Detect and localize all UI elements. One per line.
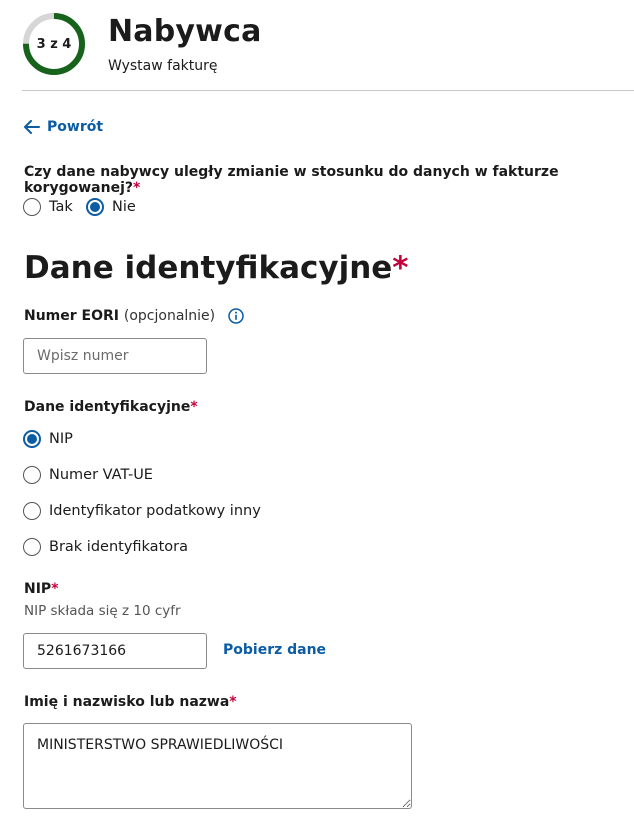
required-mark: * [392, 250, 409, 286]
buyer-changed-question: Czy dane nabywcy uległy zmianie w stosun… [24, 164, 634, 196]
radio-option-tak[interactable]: Tak [23, 198, 73, 216]
radio-label: NIP [49, 431, 73, 447]
nip-label-text: NIP [24, 581, 52, 597]
back-link-label: Powrót [47, 119, 104, 135]
section-heading: Dane identyfikacyjne* [24, 250, 409, 286]
name-label-text: Imię i nazwisko lub nazwa [24, 694, 230, 710]
identification-label-text: Dane identyfikacyjne [24, 399, 191, 415]
nip-input[interactable] [23, 633, 207, 669]
identification-label: Dane identyfikacyjne* [24, 399, 198, 415]
step-counter: 3 z 4 [36, 36, 72, 52]
radio-option-vat-ue[interactable]: Numer VAT-UE [23, 466, 153, 484]
radio-label: Numer VAT-UE [49, 467, 153, 483]
radio-button[interactable] [23, 502, 41, 520]
required-mark: * [229, 694, 237, 710]
radio-button[interactable] [23, 466, 41, 484]
radio-label: Brak identyfikatora [49, 539, 188, 555]
info-icon[interactable] [228, 308, 244, 324]
fetch-data-button[interactable]: Pobierz dane [223, 642, 326, 658]
nip-hint: NIP składa się z 10 cyfr [24, 603, 181, 619]
optional-text: (opcjonalnie) [123, 308, 216, 324]
header-divider [22, 90, 634, 91]
radio-option-nip[interactable]: NIP [23, 430, 73, 448]
radio-button[interactable] [23, 430, 41, 448]
required-mark: * [51, 581, 59, 597]
question-label: Czy dane nabywcy uległy zmianie w stosun… [24, 164, 559, 196]
radio-option-no-id[interactable]: Brak identyfikatora [23, 538, 188, 556]
name-label: Imię i nazwisko lub nazwa* [24, 694, 237, 710]
radio-label: Identyfikator podatkowy inny [49, 503, 261, 519]
arrow-left-icon [24, 120, 40, 134]
radio-button[interactable] [86, 198, 104, 216]
required-mark: * [190, 399, 198, 415]
eori-label: Numer EORI (opcjonalnie) [24, 308, 244, 324]
radio-option-other-tax-id[interactable]: Identyfikator podatkowy inny [23, 502, 261, 520]
page-subtitle: Wystaw fakturę [108, 58, 218, 74]
eori-input[interactable] [23, 338, 207, 374]
eori-label-text: Numer EORI [24, 308, 119, 324]
nip-label: NIP* [24, 581, 59, 597]
page-title: Nabywca [108, 14, 262, 49]
radio-button[interactable] [23, 538, 41, 556]
name-textarea[interactable]: MINISTERSTWO SPRAWIEDLIWOŚCI [23, 723, 412, 809]
back-link[interactable]: Powrót [24, 117, 103, 137]
radio-button[interactable] [23, 198, 41, 216]
radio-label: Nie [112, 199, 136, 215]
radio-option-nie[interactable]: Nie [86, 198, 136, 216]
section-title: Dane identyfikacyjne [24, 250, 393, 286]
required-mark: * [133, 180, 141, 196]
radio-label: Tak [49, 199, 73, 215]
